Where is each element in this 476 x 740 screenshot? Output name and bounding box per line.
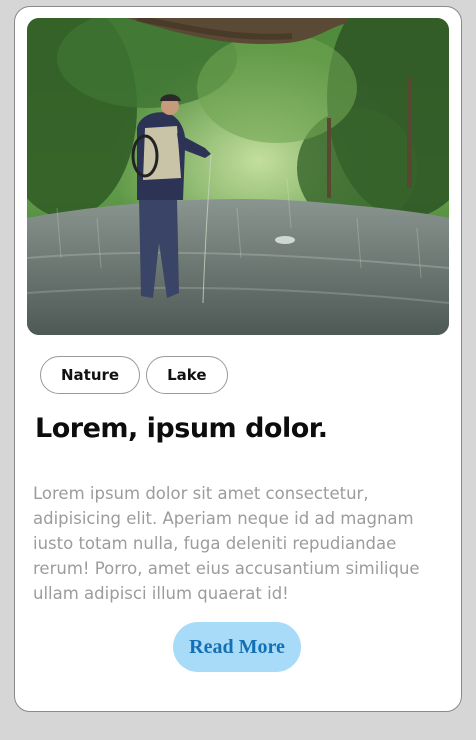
- card-description: Lorem ipsum dolor sit amet consectetur, …: [33, 484, 420, 603]
- tag-lake[interactable]: Lake: [146, 356, 228, 394]
- read-more-button[interactable]: Read More: [173, 622, 301, 672]
- article-card: Nature Lake Lorem, ipsum dolor. Lorem ip…: [14, 6, 462, 712]
- tag-nature[interactable]: Nature: [40, 356, 141, 394]
- tag-list: Nature Lake: [40, 356, 228, 394]
- card-image: [27, 18, 449, 335]
- fisherman-photo: [27, 18, 449, 335]
- card-title: Lorem, ipsum dolor.: [35, 413, 328, 444]
